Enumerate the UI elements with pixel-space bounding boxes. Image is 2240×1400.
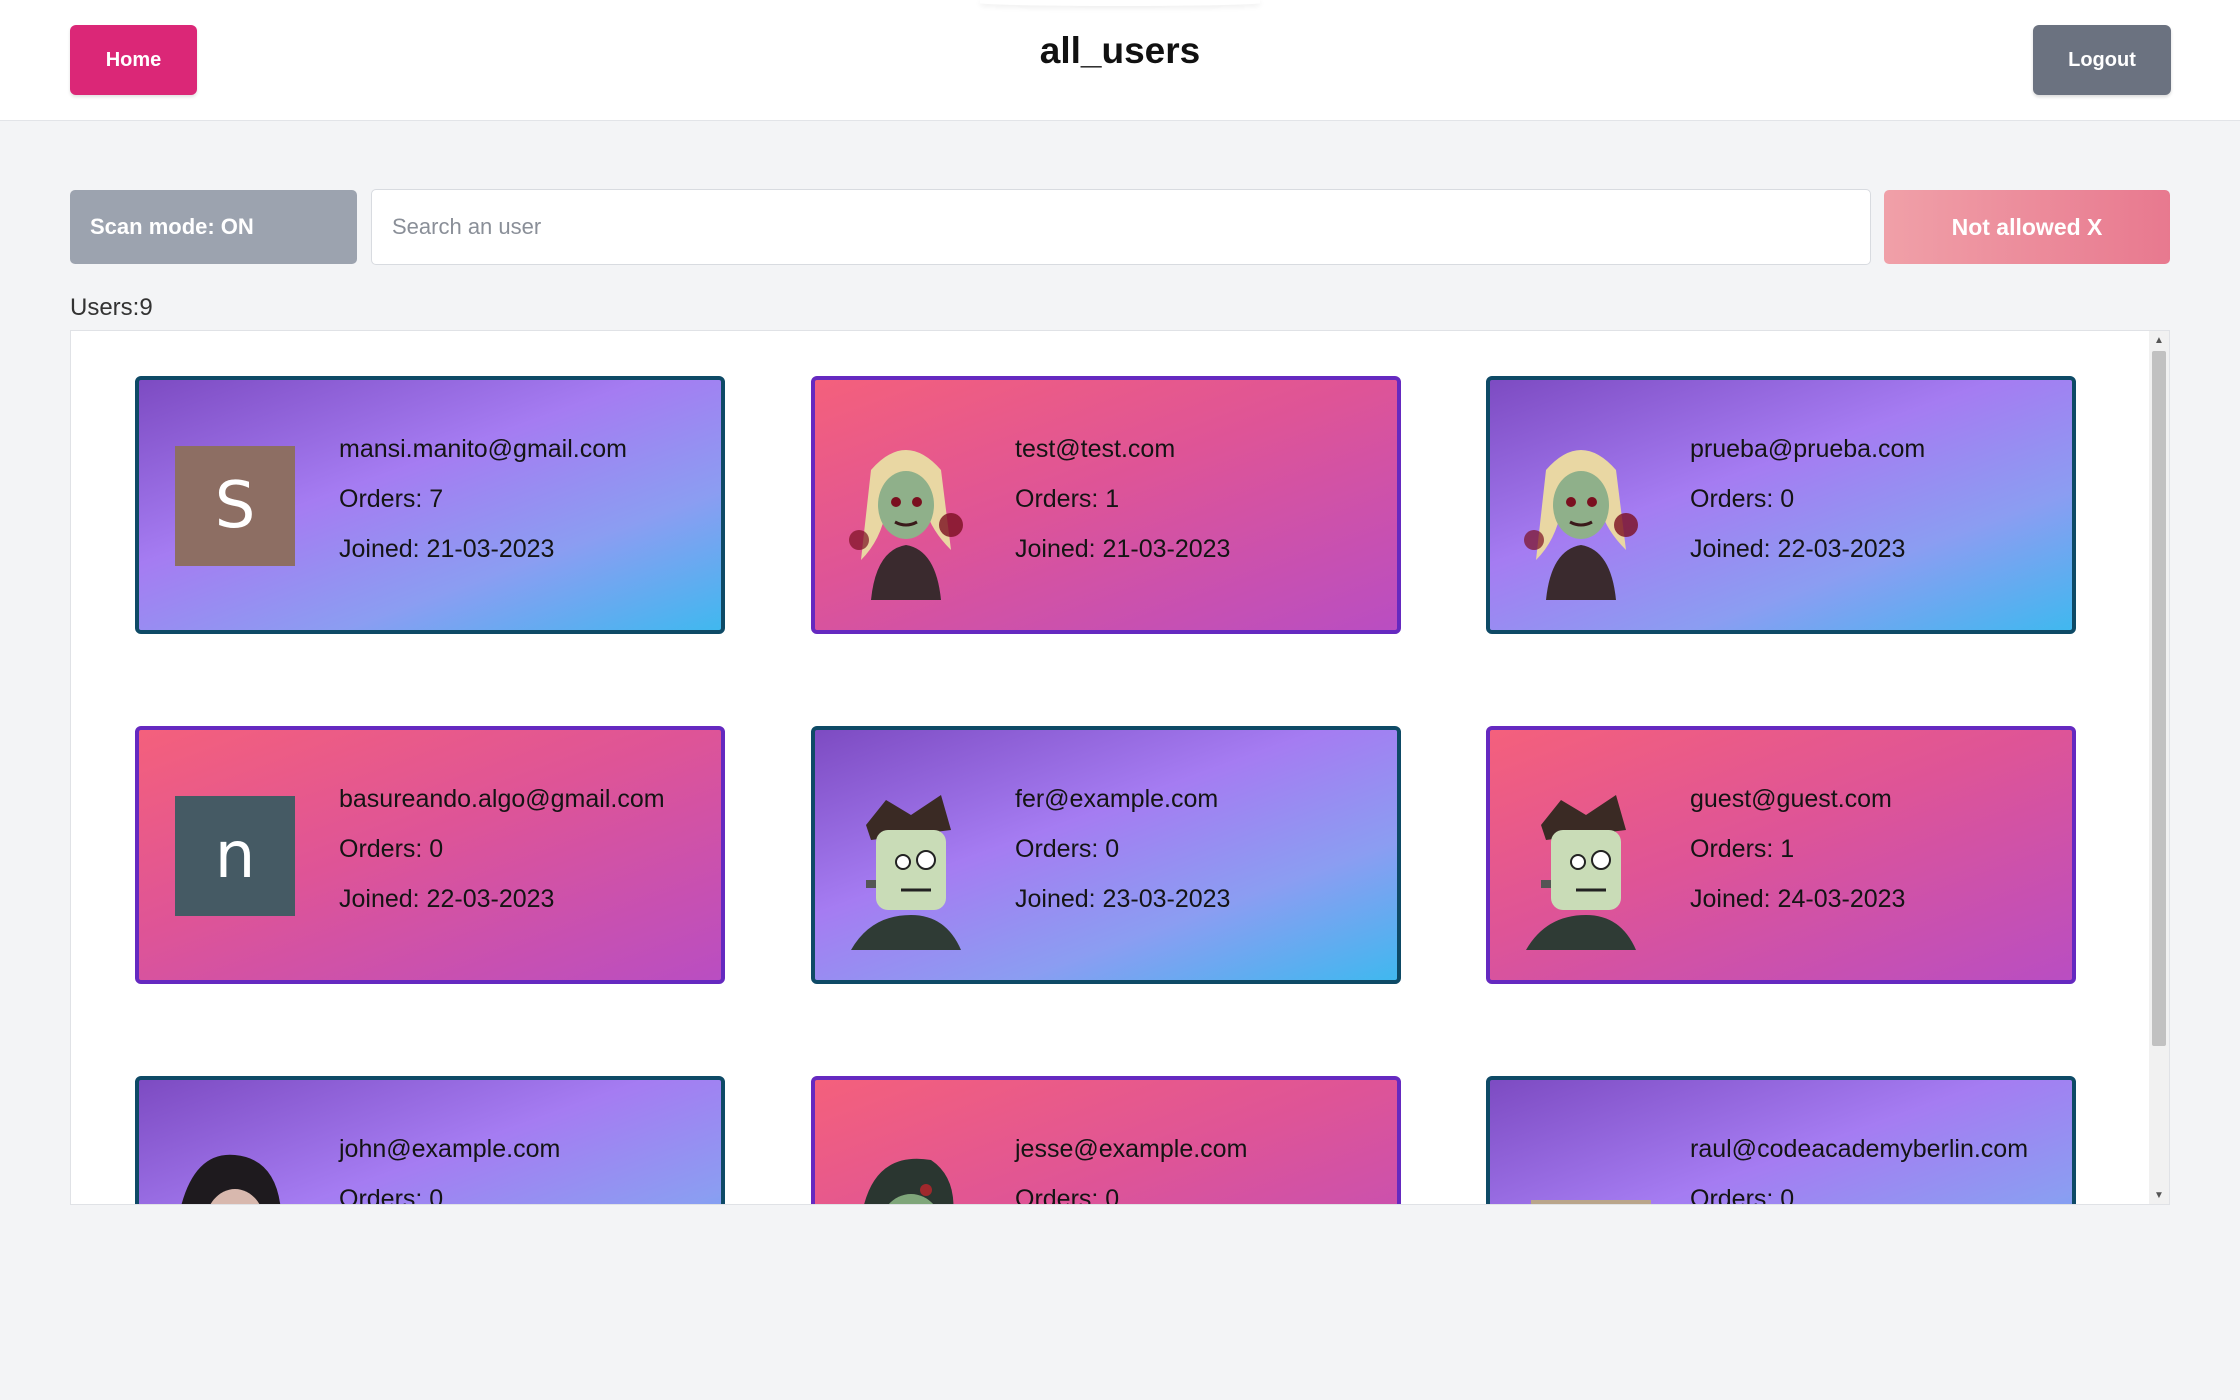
scroll-down-arrow-icon[interactable]: ▼ (2149, 1186, 2169, 1204)
user-email: test@test.com (1015, 435, 1176, 463)
zombie-green-avatar-icon (831, 1130, 981, 1204)
avatar-letter: S (175, 446, 295, 566)
user-joined-date: Joined: 24-03-2023 (1690, 885, 1906, 913)
photo-avatar-icon (1506, 1130, 1656, 1204)
user-orders: Orders: 0 (1015, 835, 1120, 863)
user-email: guest@guest.com (1690, 785, 1892, 813)
user-card[interactable]: john@example.com Orders: 0 (135, 1076, 725, 1205)
user-email: john@example.com (339, 1135, 561, 1163)
frankenstein-avatar-icon (831, 780, 981, 950)
user-email: prueba@prueba.com (1690, 435, 1926, 463)
zombie-dark-hair-avatar-icon (155, 1130, 305, 1204)
scroll-thumb[interactable] (2152, 351, 2166, 1046)
user-joined-date: Joined: 21-03-2023 (339, 535, 555, 563)
user-card[interactable]: raul@codeacademyberlin.com Orders: 0 (1486, 1076, 2076, 1205)
user-email: raul@codeacademyberlin.com (1690, 1135, 2029, 1163)
scrollbar[interactable]: ▲ ▼ (2149, 331, 2169, 1204)
users-list-panel[interactable]: Smansi.manito@gmail.com Orders: 7 Joined: … (70, 330, 2170, 1205)
user-orders: Orders: 0 (1690, 1185, 1795, 1205)
users-count: Users:9 (70, 294, 153, 321)
scroll-up-arrow-icon[interactable]: ▲ (2149, 331, 2169, 349)
zombie-girl-avatar-icon (831, 430, 981, 600)
user-orders: Orders: 0 (339, 1185, 444, 1205)
user-card[interactable]: prueba@prueba.com Orders: 0 Joined: 22-03-… (1486, 376, 2076, 634)
user-joined-date: Joined: 23-03-2023 (1015, 885, 1231, 913)
user-orders: Orders: 0 (1690, 485, 1795, 513)
user-joined-date: Joined: 21-03-2023 (1015, 535, 1231, 563)
page-title: all_users (1039, 30, 1201, 71)
user-email: basureando.algo@gmail.com (339, 785, 665, 813)
zombie-girl-avatar-icon (1506, 430, 1656, 600)
not-allowed-button[interactable]: Not allowed X (1884, 190, 2170, 264)
user-joined-date: Joined: 22-03-2023 (339, 885, 555, 913)
logout-button[interactable]: Logout (2033, 25, 2171, 95)
header-decoration (980, 0, 1260, 6)
user-email: jesse@example.com (1015, 1135, 1248, 1163)
scan-mode-button[interactable]: Scan mode: ON (70, 190, 357, 264)
top-header: Home all_users Logout (0, 0, 2240, 121)
user-email: fer@example.com (1015, 785, 1219, 813)
user-email: mansi.manito@gmail.com (339, 435, 627, 463)
user-orders: Orders: 0 (339, 835, 444, 863)
user-orders: Orders: 0 (1015, 1185, 1120, 1205)
user-orders: Orders: 7 (339, 485, 444, 513)
frankenstein-avatar-icon (1506, 780, 1656, 950)
search-input[interactable] (371, 189, 1871, 265)
user-joined-date: Joined: 22-03-2023 (1690, 535, 1906, 563)
user-card[interactable]: jesse@example.com Orders: 0 (811, 1076, 1401, 1205)
user-card[interactable]: guest@guest.com Orders: 1 Joined: 24-03-20… (1486, 726, 2076, 984)
user-card[interactable]: n basureando.algo@gmail.com Orders: 0 Joine… (135, 726, 725, 984)
user-card[interactable]: fer@example.com Orders: 0 Joined: 23-03-20… (811, 726, 1401, 984)
user-card[interactable]: Smansi.manito@gmail.com Orders: 7 Joined: … (135, 376, 725, 634)
user-card[interactable]: test@test.com Orders: 1 Joined: 21-03-2023 (811, 376, 1401, 634)
user-orders: Orders: 1 (1015, 485, 1120, 513)
user-orders: Orders: 1 (1690, 835, 1795, 863)
avatar-letter: n (175, 796, 295, 916)
